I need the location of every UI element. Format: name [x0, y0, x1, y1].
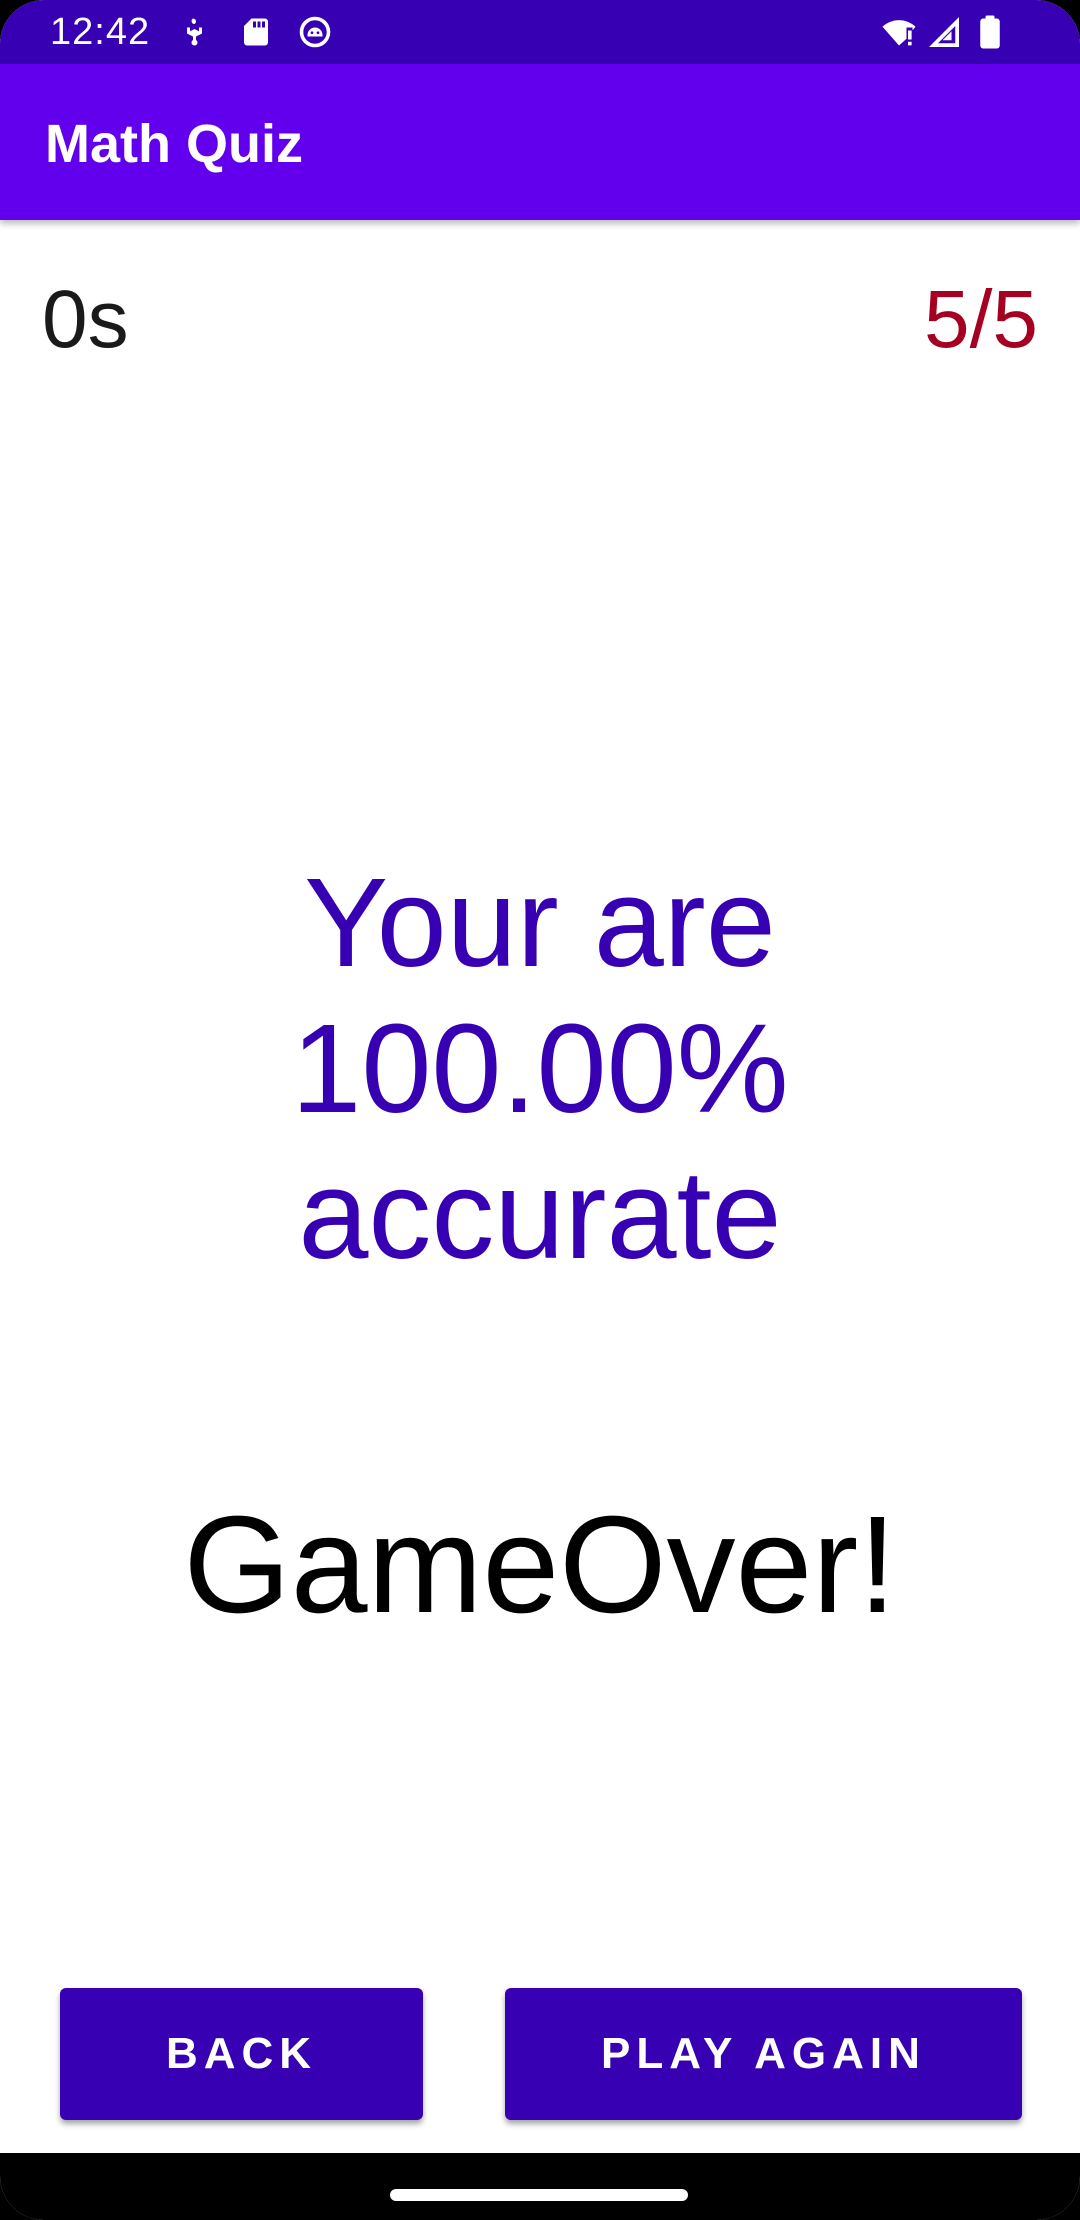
back-button[interactable]: BACK: [60, 1988, 423, 2120]
game-over-text: GameOver!: [183, 1488, 897, 1642]
play-again-button[interactable]: PLAY AGAIN: [505, 1988, 1022, 2120]
app-title: Math Quiz: [45, 114, 303, 174]
cell-signal-icon: [926, 14, 962, 50]
usb-debug-icon: [175, 14, 211, 50]
wifi-alert-icon: [878, 14, 920, 50]
accuracy-result-text: Your are 100.00% accurate: [291, 852, 789, 1285]
status-bar: 12:42: [0, 0, 1080, 64]
home-gesture-handle[interactable]: [390, 2189, 688, 2201]
score-text: 5/5: [924, 274, 1038, 365]
status-time: 12:42: [50, 11, 151, 53]
android-robot-icon: [297, 14, 333, 50]
navigation-bar: [0, 2153, 1080, 2220]
battery-icon: [975, 14, 1005, 50]
app-bar: Math Quiz: [0, 64, 1080, 220]
timer-text: 0s: [42, 274, 129, 365]
sd-card-icon: [238, 14, 274, 50]
screen: 12:42 Math Quiz 0s 5/5 Your are 100.00% …: [0, 0, 1080, 2220]
